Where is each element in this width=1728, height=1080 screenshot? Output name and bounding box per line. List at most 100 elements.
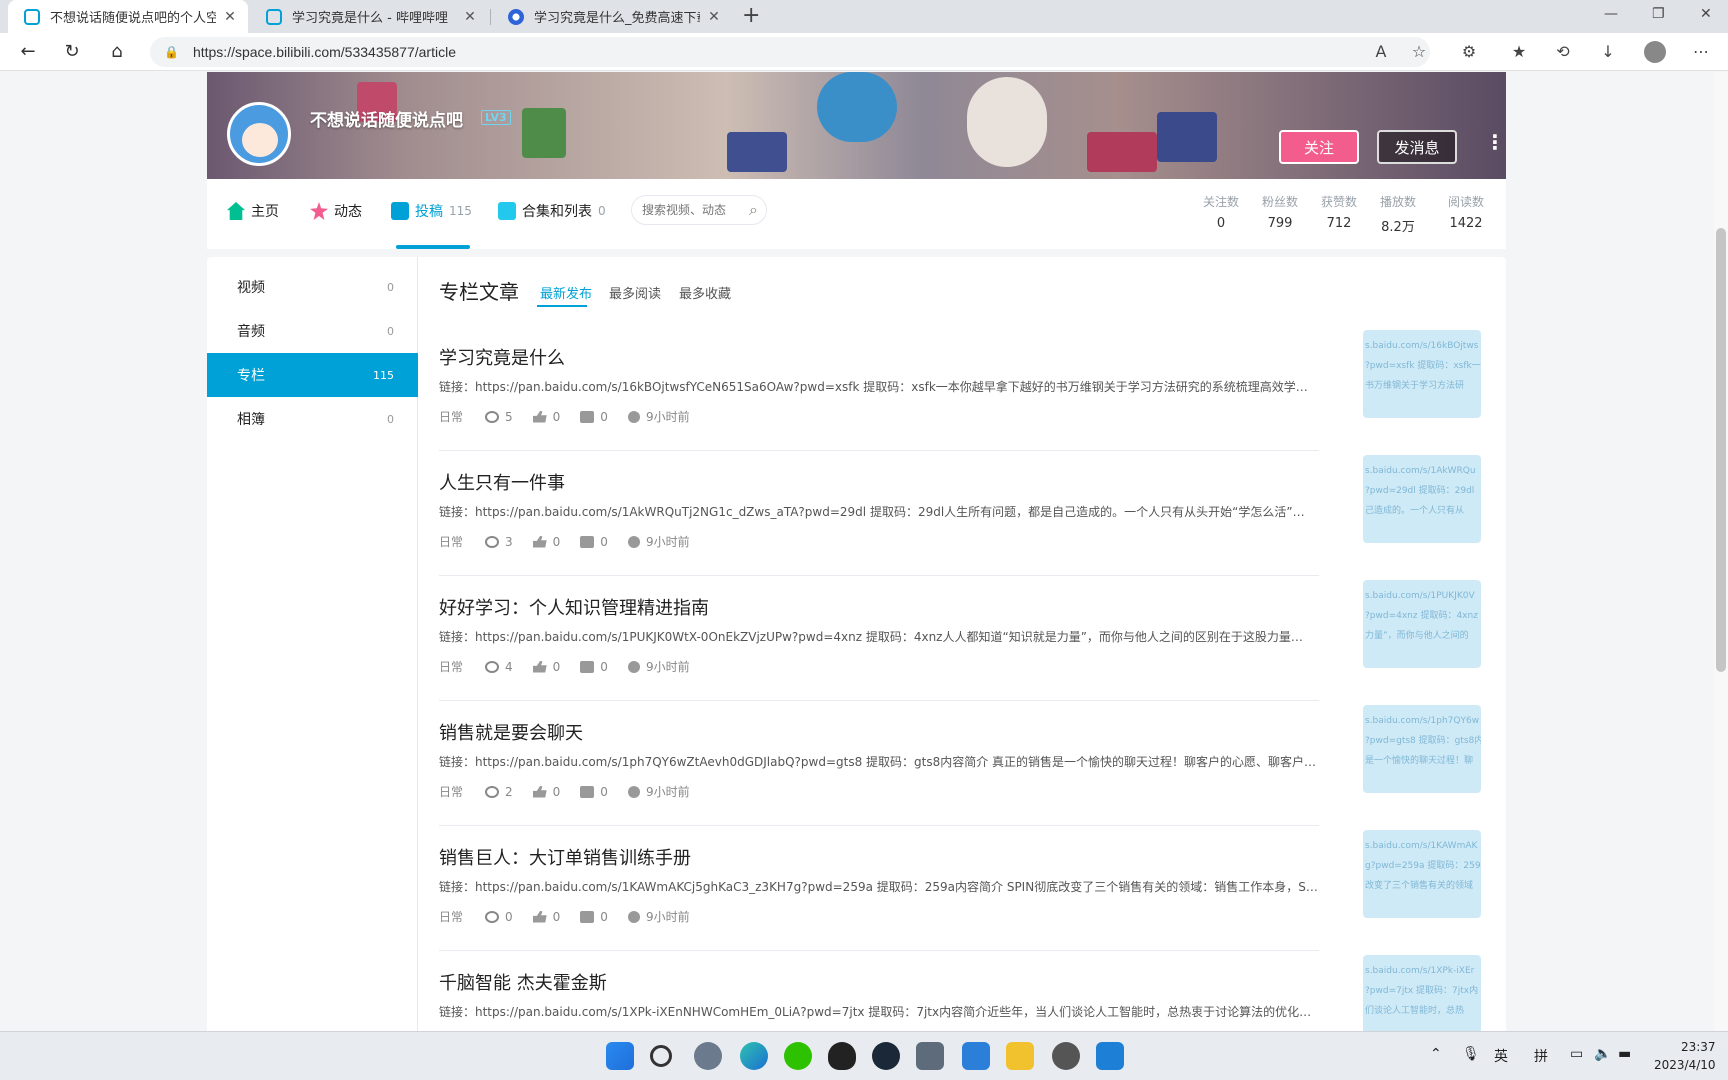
article-title[interactable]: 千脑智能 杰夫霍金斯 xyxy=(439,969,607,995)
tab-dynamic[interactable]: 动态 xyxy=(310,201,362,221)
qq-icon[interactable] xyxy=(828,1042,856,1070)
space-search[interactable]: ⌕ xyxy=(631,195,767,225)
tab-home[interactable]: 主页 xyxy=(227,201,279,221)
network-icon[interactable]: ▭ xyxy=(1570,1046,1583,1062)
like-icon xyxy=(532,410,547,423)
extensions-icon[interactable]: ⚙ xyxy=(1458,42,1480,61)
notepad-icon[interactable] xyxy=(962,1042,990,1070)
back-icon[interactable]: ← xyxy=(16,41,40,62)
article-category[interactable]: 日常 xyxy=(439,783,463,800)
message-button[interactable]: 发消息 xyxy=(1377,130,1457,164)
browser-tab-2[interactable]: 学习究竟是什么 - 哔哩哔哩 ✕ xyxy=(250,0,488,33)
article-cover[interactable]: s.baidu.com/s/1PUKJK0V ?pwd=4xnz 提取码：4xn… xyxy=(1363,580,1481,668)
divider xyxy=(439,950,1319,951)
article-cover[interactable]: s.baidu.com/s/1ph7QY6w ?pwd=gts8 提取码：gts… xyxy=(1363,705,1481,793)
search-icon[interactable] xyxy=(650,1045,672,1067)
sidebar-item-articles[interactable]: 专栏 115 xyxy=(207,353,418,397)
lock-icon[interactable]: 🔒 xyxy=(164,45,179,59)
calculator-icon[interactable] xyxy=(916,1042,944,1070)
article-cover[interactable]: s.baidu.com/s/1AkWRQu ?pwd=29dl 提取码：29dl… xyxy=(1363,455,1481,543)
article-category[interactable]: 日常 xyxy=(439,533,463,550)
wechat-icon[interactable] xyxy=(784,1042,812,1070)
scrollbar[interactable] xyxy=(1714,72,1728,1031)
close-window-icon[interactable]: ✕ xyxy=(1700,6,1712,22)
list-item[interactable]: 千脑智能 杰夫霍金斯 链接：https://pan.baidu.com/s/1X… xyxy=(439,955,1489,1031)
article-category[interactable]: 日常 xyxy=(439,408,463,425)
ime-language[interactable]: 英 xyxy=(1494,1046,1508,1066)
photos-icon[interactable] xyxy=(1096,1042,1124,1070)
more-icon[interactable]: ⋯ xyxy=(1690,42,1712,61)
close-icon[interactable]: ✕ xyxy=(462,9,478,25)
download-icon[interactable]: ↓ xyxy=(1597,42,1619,61)
follow-button[interactable]: 关注 xyxy=(1279,130,1359,164)
battery-icon[interactable]: ▬ xyxy=(1618,1046,1631,1062)
ime-mode[interactable]: 拼 xyxy=(1534,1046,1548,1066)
tab-uploads[interactable]: 投稿 115 xyxy=(391,201,472,221)
list-item[interactable]: 人生只有一件事 链接：https://pan.baidu.com/s/1AkWR… xyxy=(439,455,1489,594)
edge-browser-icon[interactable] xyxy=(740,1042,768,1070)
sort-tab-latest[interactable]: 最新发布 xyxy=(540,283,592,302)
file-explorer-icon[interactable] xyxy=(1006,1042,1034,1070)
sort-tab-most-read[interactable]: 最多阅读 xyxy=(609,283,661,302)
comment-count: 0 xyxy=(600,409,608,424)
stat-following[interactable]: 关注数 0 xyxy=(1193,193,1249,231)
microphone-icon[interactable]: 🎙 xyxy=(1462,1046,1480,1062)
avatar[interactable] xyxy=(227,102,291,166)
comment-icon xyxy=(580,535,595,548)
steam-icon[interactable] xyxy=(872,1042,900,1070)
sidebar-item-video[interactable]: 视频 0 xyxy=(207,265,418,309)
add-favorite-icon[interactable]: ☆ xyxy=(1408,42,1430,61)
app-icon[interactable] xyxy=(1052,1042,1080,1070)
tab-collections[interactable]: 合集和列表 0 xyxy=(498,201,606,221)
article-title[interactable]: 学习究竟是什么 xyxy=(439,344,565,370)
list-item[interactable]: 销售就是要会聊天 链接：https://pan.baidu.com/s/1ph7… xyxy=(439,705,1489,844)
article-cover[interactable]: s.baidu.com/s/1KAWmAK g?pwd=259a 提取码：259… xyxy=(1363,830,1481,918)
windows-start-icon[interactable] xyxy=(606,1042,634,1070)
article-category[interactable]: 日常 xyxy=(439,658,463,675)
favorites-icon[interactable]: ★ xyxy=(1508,42,1530,61)
article-cover[interactable]: s.baidu.com/s/16kBOjtws ?pwd=xsfk 提取码：xs… xyxy=(1363,330,1481,418)
search-icon[interactable]: ⌕ xyxy=(749,200,758,220)
article-title[interactable]: 销售巨人：大订单销售训练手册 xyxy=(439,844,691,870)
article-title[interactable]: 销售就是要会聊天 xyxy=(439,719,583,745)
volume-icon[interactable]: 🔈 xyxy=(1594,1046,1611,1062)
list-item[interactable]: 好好学习：个人知识管理精进指南 链接：https://pan.baidu.com… xyxy=(439,580,1489,719)
article-title[interactable]: 好好学习：个人知识管理精进指南 xyxy=(439,594,709,620)
chevron-up-icon[interactable]: ⌃ xyxy=(1430,1046,1442,1062)
stat-followers[interactable]: 粉丝数 799 xyxy=(1252,193,1308,231)
article-category[interactable]: 日常 xyxy=(439,908,463,925)
sort-tab-most-favorited[interactable]: 最多收藏 xyxy=(679,283,731,302)
browser-tab-3[interactable]: 学习究竟是什么_免费高速下载|百度网盘 ✕ xyxy=(492,0,732,33)
scrollbar-thumb[interactable] xyxy=(1716,228,1726,672)
sidebar-item-albums[interactable]: 相簿 0 xyxy=(207,397,418,441)
tab-title: 学习究竟是什么 - 哔哩哔哩 xyxy=(292,11,448,26)
more-vertical-icon[interactable]: ⋮ xyxy=(1485,130,1505,154)
home-icon[interactable]: ⌂ xyxy=(105,41,129,62)
refresh-icon[interactable]: ↻ xyxy=(60,41,84,62)
new-tab-icon[interactable]: + xyxy=(742,3,760,28)
article-cover[interactable]: s.baidu.com/s/1XPk-iXEr ?pwd=7jtx 提取码：7j… xyxy=(1363,955,1481,1031)
banner-decoration xyxy=(522,108,566,158)
maximize-icon[interactable]: ❐ xyxy=(1652,6,1665,22)
close-icon[interactable]: ✕ xyxy=(706,9,722,25)
settings-gear-icon[interactable] xyxy=(694,1042,722,1070)
profile-avatar-icon[interactable] xyxy=(1644,41,1666,63)
close-icon[interactable]: ✕ xyxy=(222,9,238,25)
history-icon[interactable]: ⟲ xyxy=(1552,42,1574,61)
url-field[interactable]: 🔒 https://space.bilibili.com/533435877/a… xyxy=(150,37,1430,67)
system-clock[interactable]: 23:37 2023/4/10 xyxy=(1654,1038,1716,1074)
read-aloud-icon[interactable]: A xyxy=(1370,42,1392,61)
url-text[interactable]: https://space.bilibili.com/533435877/art… xyxy=(193,44,456,60)
tab-label: 动态 xyxy=(334,204,362,220)
browser-tab-1[interactable]: 不想说话随便说点吧的个人空间_哔哩哔哩_Bilibili ✕ xyxy=(8,0,248,33)
clock-time: 23:37 xyxy=(1680,1040,1716,1054)
stat-plays: 播放数 8.2万 xyxy=(1370,193,1426,235)
list-item[interactable]: 销售巨人：大订单销售训练手册 链接：https://pan.baidu.com/… xyxy=(439,830,1489,969)
article-title[interactable]: 人生只有一件事 xyxy=(439,469,565,495)
minimize-icon[interactable]: — xyxy=(1604,6,1618,22)
sidebar-item-audio[interactable]: 音频 0 xyxy=(207,309,418,353)
list-item[interactable]: 学习究竟是什么 链接：https://pan.baidu.com/s/16kBO… xyxy=(439,330,1489,469)
like-count: 0 xyxy=(552,659,561,674)
page: 不想说话随便说点吧 LV3 关注 发消息 ⋮ 主页 动态 投稿 115 合集和列… xyxy=(0,72,1728,1031)
search-input[interactable] xyxy=(642,203,742,217)
